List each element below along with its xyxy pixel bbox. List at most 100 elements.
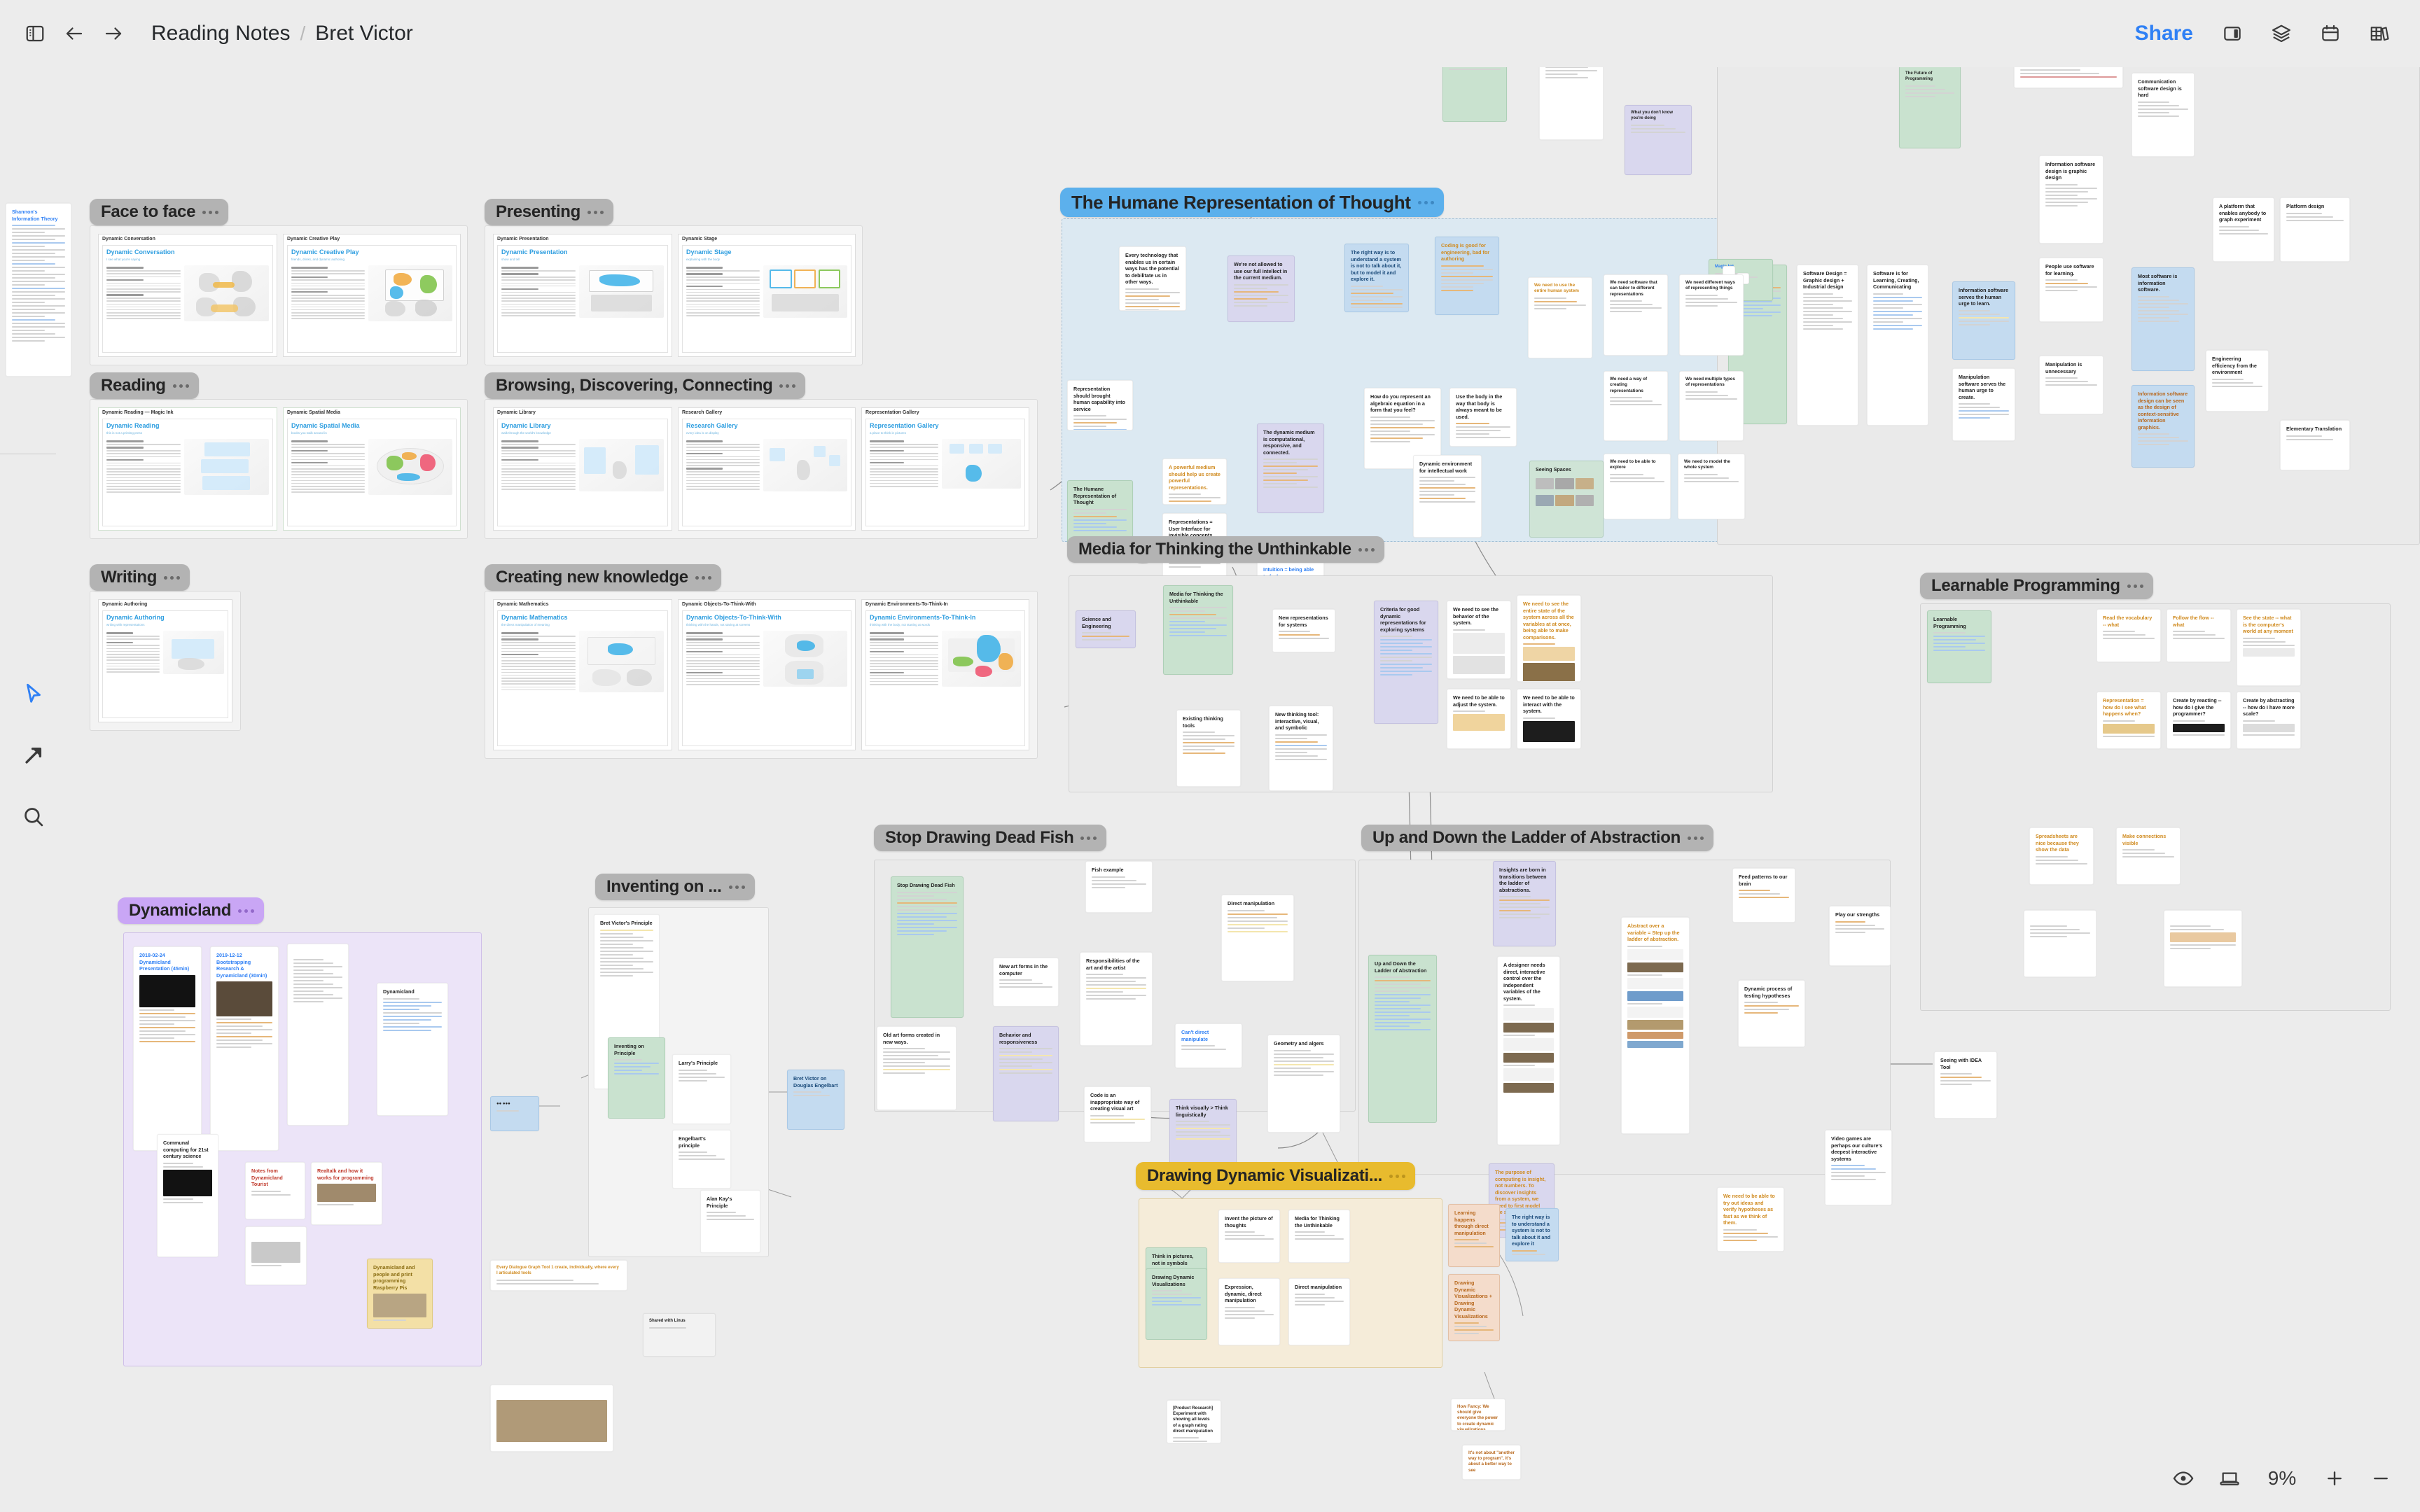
section-header-deadfish[interactable]: Stop Drawing Dead Fish xyxy=(874,825,1107,851)
note-card[interactable]: Engelbart's principle xyxy=(672,1130,731,1189)
note-card[interactable]: Existing thinking tools xyxy=(1176,710,1241,787)
note-card[interactable]: [Product Research] Experiment with showi… xyxy=(1167,1400,1221,1443)
right-panel-icon[interactable] xyxy=(2213,14,2252,53)
note-card[interactable]: Software Design = Graphic design + Indus… xyxy=(1797,265,1858,426)
section-header-dynamicland[interactable]: Dynamicland xyxy=(118,897,265,924)
section-header-browsing[interactable]: Browsing, Discovering, Connecting xyxy=(485,372,806,399)
note-card[interactable]: Make connections visible xyxy=(2116,827,2181,885)
note-card[interactable]: Behavior and responsiveness xyxy=(993,1026,1059,1121)
note-card[interactable]: Alan Kay's Principle xyxy=(700,1190,760,1253)
arrow-left-icon[interactable] xyxy=(55,14,94,53)
note-card[interactable]: We need a way of creating representation… xyxy=(1604,371,1668,441)
note-card[interactable]: The Future of Programming xyxy=(1899,66,1961,148)
note-card[interactable]: We need different ways of representing t… xyxy=(1679,274,1744,356)
section-menu-icon[interactable] xyxy=(202,210,219,214)
note-card[interactable]: Invent the picture of thoughts xyxy=(1218,1210,1280,1263)
section-menu-icon[interactable] xyxy=(1080,836,1097,840)
note-card[interactable]: Information software serves the human ur… xyxy=(1952,281,2015,360)
note-card[interactable]: Abstract over a variable = Step up the l… xyxy=(1621,917,1690,1134)
note-card[interactable]: Direct manipulation xyxy=(1288,1278,1350,1345)
note-card[interactable]: Old art forms created in new ways. xyxy=(877,1026,957,1110)
section-menu-icon[interactable] xyxy=(728,885,745,889)
note-card[interactable]: New art forms in the computer xyxy=(993,958,1059,1007)
calendar-icon[interactable] xyxy=(2311,14,2350,53)
note-card[interactable]: Software is for Learning, Creating, Comm… xyxy=(1867,265,1928,426)
section-header-humane[interactable]: The Humane Representation of Thought xyxy=(1060,188,1444,217)
note-card[interactable]: Information software design can be seen … xyxy=(2132,385,2195,468)
zoom-level-label[interactable]: 9% xyxy=(2256,1467,2308,1490)
note-card[interactable]: Seeing Spaces xyxy=(1529,461,1604,538)
note-card[interactable]: Science and Engineering xyxy=(1076,610,1136,648)
note-card[interactable]: Platform design xyxy=(2280,197,2350,262)
document-card[interactable]: Dynamic Objects-To-Think-With Dynamic Ob… xyxy=(678,599,856,750)
note-card[interactable] xyxy=(287,944,349,1126)
arrow-right-icon[interactable] xyxy=(94,14,133,53)
section-menu-icon[interactable] xyxy=(779,384,796,388)
note-card[interactable]: Communal computing for 21st century scie… xyxy=(157,1134,218,1257)
zoom-in-button[interactable] xyxy=(2315,1459,2354,1498)
section-menu-icon[interactable] xyxy=(2127,584,2143,588)
section-menu-icon[interactable] xyxy=(1688,836,1704,840)
section-header-writing[interactable]: Writing xyxy=(90,564,190,591)
sidebar-toggle-icon[interactable] xyxy=(15,14,55,53)
note-card[interactable]: Dynamicland xyxy=(377,983,448,1116)
section-menu-icon[interactable] xyxy=(238,909,255,913)
section-menu-icon[interactable] xyxy=(172,384,189,388)
layers-icon[interactable] xyxy=(2262,14,2301,53)
note-card[interactable]: We need to be able to interact with the … xyxy=(1517,689,1581,749)
document-card[interactable]: Research Gallery Research Gallery every … xyxy=(678,407,856,531)
section-menu-icon[interactable] xyxy=(1358,547,1375,552)
note-card[interactable]: Information software design is graphic d… xyxy=(2039,155,2103,244)
search-icon[interactable] xyxy=(12,795,55,839)
note-card[interactable]: Bret Victor on Douglas Engelbart xyxy=(787,1070,844,1130)
note-card[interactable]: Drawing Dynamic Visualizations + Drawing… xyxy=(1448,1274,1500,1341)
section-header-presenting[interactable]: Presenting xyxy=(485,199,614,225)
section-menu-icon[interactable] xyxy=(587,210,604,214)
note-card[interactable]: Communication software design is hard xyxy=(2132,73,2195,157)
note-card[interactable]: Code is an inappropriate way of creating… xyxy=(1084,1086,1151,1142)
note-card[interactable]: Feed patterns to our brain xyxy=(1732,868,1795,923)
note-card[interactable]: 2019-12-12 Bootstrapping Research & Dyna… xyxy=(210,946,279,1151)
note-card[interactable]: A powerful medium should help us create … xyxy=(1162,458,1227,505)
note-card[interactable]: Stop Drawing Dead Fish xyxy=(891,876,964,1018)
note-card[interactable]: New representations for systems xyxy=(1272,609,1335,652)
note-card[interactable]: Representation = how do I see what happe… xyxy=(2096,692,2161,749)
note-card[interactable]: Create by reacting -- how do I give the … xyxy=(2167,692,2231,749)
note-card[interactable] xyxy=(245,1226,307,1285)
note-card[interactable]: How Fancy: We should give everyone the p… xyxy=(1451,1399,1505,1431)
document-card[interactable]: Dynamic Stage Dynamic Stage explaining w… xyxy=(678,234,856,357)
note-card[interactable]: We need multiple types of representation… xyxy=(1679,371,1744,441)
note-card[interactable]: Use the body in the way that body is alw… xyxy=(1449,388,1517,447)
document-card[interactable]: Dynamic Mathematics Dynamic Mathematics … xyxy=(493,599,672,750)
document-card[interactable]: Dynamic Authoring Dynamic Authoring writ… xyxy=(98,599,232,722)
note-card[interactable]: It's not about "another way to program",… xyxy=(1462,1445,1521,1480)
section-header-reading[interactable]: Reading xyxy=(90,372,199,399)
breadcrumb-current[interactable]: Bret Victor xyxy=(315,22,413,46)
note-card[interactable]: Direct manipulation xyxy=(1221,895,1294,981)
note-card[interactable]: Media for Thinking the Unthinkable xyxy=(1288,1210,1350,1263)
breadcrumb-root[interactable]: Reading Notes xyxy=(151,22,290,46)
note-card[interactable]: What you don't know you're doing xyxy=(1625,105,1692,175)
note-card[interactable]: Drawing Dynamic Visualizations xyxy=(1146,1268,1207,1340)
note-card[interactable]: Video games are perhaps our culture's de… xyxy=(1825,1130,1892,1205)
note-card[interactable]: Responsibilities of the art and the arti… xyxy=(1080,952,1153,1046)
document-card[interactable]: Dynamic Library Dynamic Library walk thr… xyxy=(493,407,672,531)
section-menu-icon[interactable] xyxy=(695,575,711,580)
connector-tool[interactable] xyxy=(12,734,55,777)
note-card[interactable]: ●● ●●● xyxy=(490,1096,539,1131)
note-card[interactable] xyxy=(2024,910,2096,977)
section-menu-icon[interactable] xyxy=(1417,200,1434,204)
note-card[interactable]: 2018-02-24 Dynamicland Presentation (45m… xyxy=(133,946,202,1151)
section-header-learnable[interactable]: Learnable Programming xyxy=(1920,573,2153,599)
note-card[interactable]: Engineering efficiency from the environm… xyxy=(2206,350,2269,412)
note-card[interactable]: Realtalk and how it works for programmin… xyxy=(311,1162,382,1225)
note-card[interactable]: People use software for learning. xyxy=(2039,258,2103,322)
note-card[interactable]: New thinking tool: interactive, visual, … xyxy=(1269,706,1333,791)
note-card[interactable]: Dynamic process of testing hypotheses xyxy=(1738,980,1805,1047)
section-header-face-to-face[interactable]: Face to face xyxy=(90,199,229,225)
note-card[interactable]: We're not allowed to use our full intell… xyxy=(1228,255,1295,322)
document-card[interactable]: Dynamic Creative Play Dynamic Creative P… xyxy=(283,234,461,357)
note-card[interactable]: We need to use the entire human system xyxy=(1528,277,1592,358)
note-card[interactable]: A designer needs direct, interactive con… xyxy=(1497,956,1560,1145)
note-card[interactable]: Inventing on Principle xyxy=(608,1037,665,1119)
